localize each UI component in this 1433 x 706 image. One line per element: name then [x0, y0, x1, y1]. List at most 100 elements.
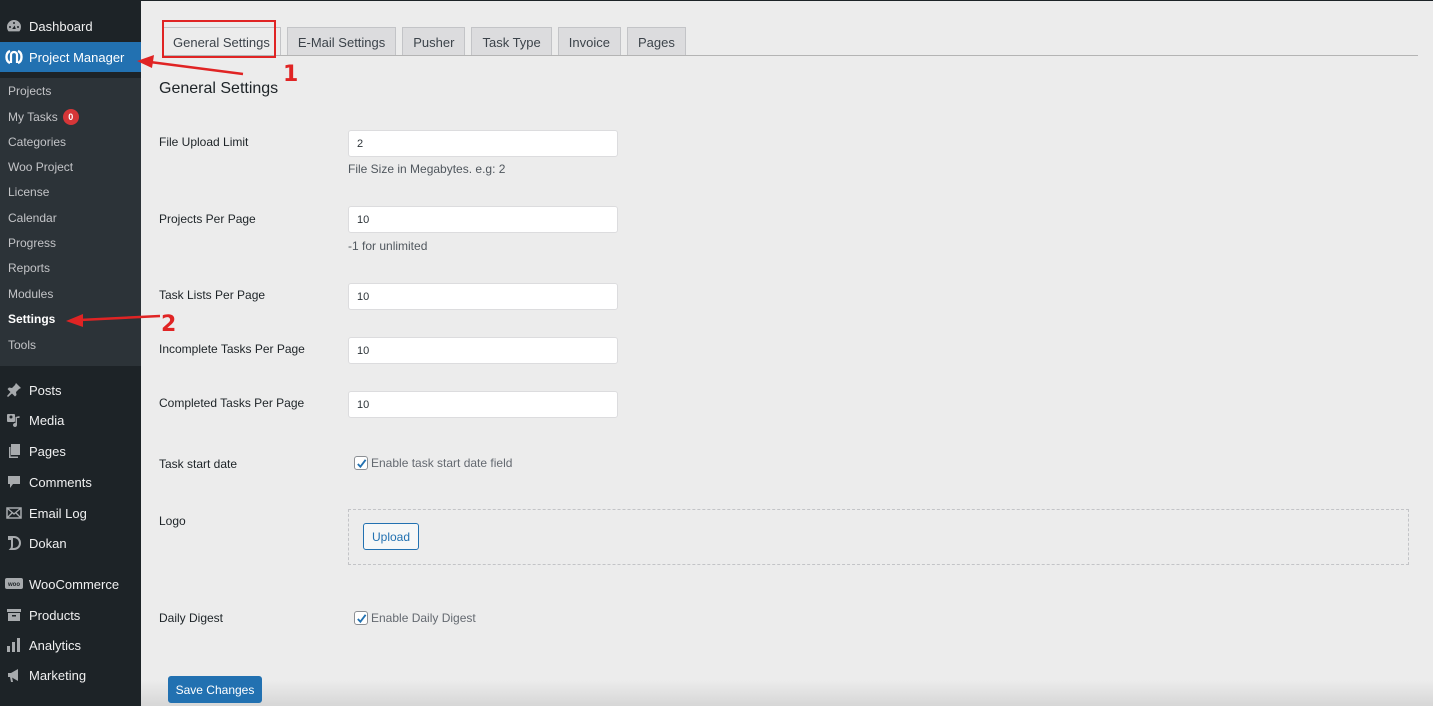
file-upload-limit-input[interactable] — [348, 130, 618, 157]
incomplete-tasks-per-page-label: Incomplete Tasks Per Page — [159, 342, 305, 356]
submenu-label: Settings — [8, 312, 56, 326]
task-lists-per-page-label: Task Lists Per Page — [159, 288, 266, 302]
tab-pages[interactable]: Pages — [626, 27, 686, 56]
projects-per-page-input[interactable] — [348, 206, 618, 233]
projects-per-page-label: Projects Per Page — [159, 212, 256, 226]
media-icon — [5, 411, 23, 429]
menu-label: Dokan — [29, 535, 67, 551]
annotation-arrow-1 — [137, 55, 244, 76]
menu-project-manager[interactable]: Project Manager — [0, 42, 141, 72]
page-title: General Settings — [159, 80, 279, 97]
menu-products[interactable]: Products — [0, 600, 141, 630]
dashboard-icon — [5, 17, 23, 35]
menu-marketing[interactable]: Marketing — [0, 660, 141, 690]
pin-icon — [5, 381, 23, 399]
menu-label: Analytics — [29, 637, 82, 653]
menu-pages[interactable]: Pages — [0, 436, 141, 466]
admin-sidebar: Dashboard Project Manager Projects My Ta… — [0, 0, 141, 706]
menu-label: Pages — [29, 443, 66, 459]
logo-label: Logo — [159, 514, 186, 528]
submenu-label: Categories — [8, 135, 67, 149]
menu-label: Project Manager — [29, 49, 125, 65]
menu-comments[interactable]: Comments — [0, 467, 141, 497]
bar-chart-icon — [5, 636, 23, 654]
submenu-reports[interactable]: Reports — [8, 261, 50, 275]
bottom-shadow — [141, 680, 1433, 706]
submenu-label: My Tasks — [8, 110, 58, 124]
upload-logo-button[interactable]: Upload — [363, 523, 419, 550]
daily-digest-checkbox-label: Enable Daily Digest — [371, 611, 476, 625]
submenu-modules[interactable]: Modules — [8, 287, 53, 301]
submenu-progress[interactable]: Progress — [8, 236, 56, 250]
incomplete-tasks-per-page-input[interactable] — [348, 337, 618, 364]
submenu-projects[interactable]: Projects — [8, 84, 51, 98]
submenu-license[interactable]: License — [8, 185, 49, 199]
menu-label: WooCommerce — [29, 576, 120, 592]
submenu-my-tasks[interactable]: My Tasks 0 — [8, 109, 79, 125]
menu-label: Comments — [29, 474, 92, 490]
daily-digest-label: Daily Digest — [159, 611, 224, 625]
tab-general-settings[interactable]: General Settings — [162, 27, 281, 56]
submenu-settings[interactable]: Settings — [8, 312, 55, 326]
submenu-categories[interactable]: Categories — [8, 135, 66, 149]
annotation-step-2: 2 — [161, 312, 177, 337]
menu-email-log[interactable]: Email Log — [0, 498, 141, 528]
task-start-date-checkbox-row[interactable]: Enable task start date field — [354, 456, 512, 470]
submenu-label: Tools — [8, 338, 37, 352]
megaphone-icon — [5, 666, 23, 684]
menu-label: Marketing — [29, 667, 87, 683]
project-manager-icon — [5, 48, 23, 66]
submenu-label: Woo Project — [8, 160, 74, 174]
menu-label: Email Log — [29, 505, 87, 521]
file-upload-limit-description: File Size in Megabytes. e.g: 2 — [348, 162, 506, 176]
submenu-tools[interactable]: Tools — [8, 338, 36, 352]
completed-tasks-per-page-label: Completed Tasks Per Page — [159, 396, 305, 410]
archive-icon — [5, 606, 23, 624]
menu-label: Media — [29, 412, 65, 428]
submenu-calendar[interactable]: Calendar — [8, 211, 57, 225]
menu-media[interactable]: Media — [0, 405, 141, 435]
top-strip — [141, 0, 1433, 1]
projects-per-page-description: -1 for unlimited — [348, 239, 428, 253]
menu-analytics[interactable]: Analytics — [0, 630, 141, 660]
logo-drop-area — [348, 509, 1409, 565]
submenu-label: Calendar — [8, 211, 57, 225]
menu-dokan[interactable]: Dokan — [0, 528, 141, 558]
tab-task-type[interactable]: Task Type — [471, 27, 552, 56]
submenu-woo-project[interactable]: Woo Project — [8, 160, 73, 174]
tab-divider — [162, 55, 1418, 56]
svg-text:woo: woo — [7, 582, 20, 588]
completed-tasks-per-page-input[interactable] — [348, 391, 618, 418]
settings-tabs: General Settings E-Mail Settings Pusher … — [162, 27, 692, 56]
submenu-label: License — [8, 185, 50, 199]
save-changes-button[interactable]: Save Changes — [168, 676, 262, 703]
comment-icon — [5, 473, 23, 491]
menu-woocommerce[interactable]: woo WooCommerce — [0, 569, 141, 599]
menu-posts[interactable]: Posts — [0, 375, 141, 405]
pages-icon — [5, 442, 23, 460]
project-manager-submenu: Projects My Tasks 0 Categories Woo Projec… — [0, 78, 141, 366]
annotation-step-1: 1 — [283, 62, 299, 87]
task-start-date-label: Task start date — [159, 457, 238, 471]
menu-dashboard[interactable]: Dashboard — [0, 11, 141, 41]
submenu-label: Projects — [8, 84, 52, 98]
tab-email-settings[interactable]: E-Mail Settings — [286, 27, 397, 56]
task-start-date-checkbox-label: Enable task start date field — [371, 456, 513, 470]
task-lists-per-page-input[interactable] — [348, 283, 618, 310]
menu-label: Posts — [29, 382, 62, 398]
dokan-icon — [5, 534, 23, 552]
submenu-label: Modules — [8, 287, 54, 301]
submenu-label: Reports — [8, 261, 51, 275]
envelope-icon — [5, 504, 23, 522]
daily-digest-checkbox-row[interactable]: Enable Daily Digest — [354, 611, 476, 625]
daily-digest-checkbox[interactable] — [354, 611, 368, 625]
checkmark-icon — [356, 458, 366, 468]
task-start-date-checkbox[interactable] — [354, 456, 368, 470]
woo-icon: woo — [5, 575, 23, 593]
tab-pusher[interactable]: Pusher — [402, 27, 466, 56]
tab-invoice[interactable]: Invoice — [557, 27, 621, 56]
submenu-label: Progress — [8, 236, 57, 250]
file-upload-limit-label: File Upload Limit — [159, 135, 249, 149]
checkmark-icon — [356, 613, 366, 623]
menu-label: Products — [29, 607, 81, 623]
